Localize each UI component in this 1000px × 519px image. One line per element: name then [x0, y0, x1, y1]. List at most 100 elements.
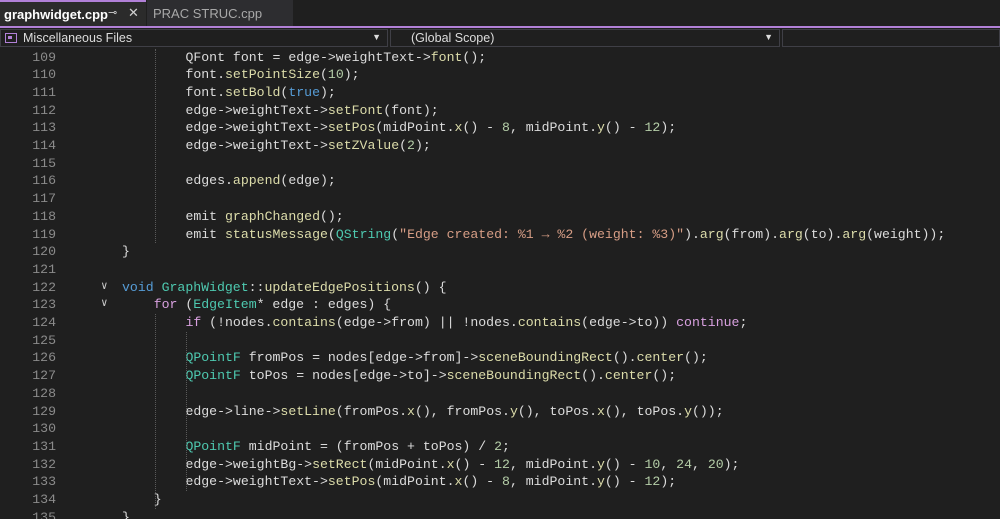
- line-number: 119: [32, 226, 56, 242]
- code-token: 10: [644, 456, 661, 472]
- tab-graphwidget[interactable]: graphwidget.cpp ⊸ ✕: [0, 0, 146, 26]
- code-token: arg: [779, 226, 803, 242]
- code-line[interactable]: 130: [0, 420, 1000, 438]
- code-token: y: [597, 474, 605, 490]
- code-line[interactable]: 122 ∨ void GraphWidget::updateEdgePosition…: [0, 279, 1000, 297]
- code-token: () -: [604, 120, 645, 136]
- code-line[interactable]: 118 emit graphChanged();: [0, 208, 1000, 226]
- code-token: (: [399, 138, 408, 153]
- code-token: () -: [604, 474, 645, 490]
- code-token: ().: [581, 368, 605, 384]
- code-text: QPointF toPos = nodes[edge->to]->sceneBo…: [185, 367, 676, 385]
- code-token: y: [597, 120, 605, 136]
- line-number: 129: [32, 403, 56, 419]
- line-number: 132: [32, 456, 56, 472]
- code-token: ;: [739, 315, 748, 330]
- code-text: edge->weightText->setFont(font);: [185, 102, 438, 120]
- code-token: "Edge created: %1 → %2 (weight: %3)": [399, 226, 685, 242]
- code-token: edge->weightText->: [185, 102, 328, 118]
- code-token: (), fromPos.: [414, 403, 510, 419]
- code-line[interactable]: 128: [0, 385, 1000, 403]
- line-number: 118: [32, 208, 56, 224]
- code-token: emit: [185, 208, 226, 224]
- code-token: 8: [502, 474, 510, 490]
- line-number: 114: [32, 138, 56, 153]
- code-token: }: [122, 244, 130, 260]
- code-token: void: [122, 279, 154, 295]
- line-number: 130: [32, 421, 56, 437]
- line-number: 117: [32, 191, 56, 207]
- code-token: 20: [707, 456, 724, 472]
- code-token: );: [660, 120, 677, 136]
- code-token: (edge->to)): [581, 315, 677, 330]
- tab-prac-struc[interactable]: PRAC STRUC.cpp: [147, 0, 293, 26]
- chevron-down-icon: ▼: [372, 32, 381, 42]
- code-line[interactable]: 123 ∨ for (EdgeItem* edge : edges) {: [0, 296, 1000, 314]
- code-token: center: [636, 350, 685, 366]
- close-icon[interactable]: ✕: [128, 5, 139, 21]
- code-line[interactable]: 114 edge->weightText->setZValue(2);: [0, 137, 1000, 155]
- line-number: 131: [32, 438, 56, 454]
- code-token: updateEdgePositions: [264, 279, 415, 295]
- code-text: font.setBold(true);: [185, 84, 335, 102]
- code-text: if (!nodes.contains(edge->from) || !node…: [185, 314, 747, 332]
- code-token: append: [232, 173, 281, 189]
- code-token: QString: [335, 226, 392, 242]
- code-line[interactable]: 124 if (!nodes.contains(edge->from) || !n…: [0, 314, 1000, 332]
- line-number: 110: [32, 67, 56, 83]
- code-line[interactable]: 120}: [0, 243, 1000, 261]
- code-token: 10: [327, 67, 344, 83]
- code-line[interactable]: 133 edge->weightText->setPos(midPoint.x()…: [0, 473, 1000, 491]
- line-number: 120: [32, 244, 56, 260]
- code-token: () -: [454, 456, 495, 472]
- code-line[interactable]: 110 font.setPointSize(10);: [0, 66, 1000, 84]
- code-line[interactable]: 117: [0, 190, 1000, 208]
- code-editor[interactable]: 109 QFont font = edge->weightText->font()…: [0, 48, 1000, 519]
- code-text: QPointF fromPos = nodes[edge->from]->sce…: [185, 349, 707, 367]
- code-line[interactable]: 129 edge->line->setLine(fromPos.x(), from…: [0, 403, 1000, 421]
- code-token: arg: [699, 226, 724, 242]
- code-line[interactable]: 132 edge->weightBg->setRect(midPoint.x() …: [0, 456, 1000, 474]
- code-line[interactable]: 116 edges.append(edge);: [0, 172, 1000, 190]
- code-line[interactable]: 131 QPointF midPoint = (fromPos + toPos) …: [0, 438, 1000, 456]
- code-text: edge->weightBg->setRect(midPoint.x() - 1…: [185, 456, 739, 474]
- code-line[interactable]: 115: [0, 155, 1000, 173]
- code-line[interactable]: 121: [0, 261, 1000, 279]
- indent-guide: [186, 331, 188, 491]
- fold-chevron-icon[interactable]: ∨: [101, 279, 108, 297]
- code-token: () -: [604, 456, 645, 472]
- code-line[interactable]: 119 emit statusMessage(QString("Edge crea…: [0, 226, 1000, 244]
- line-number: 135: [32, 509, 56, 519]
- code-token: (weight));: [866, 226, 946, 242]
- project-dropdown[interactable]: Miscellaneous Files ▼: [0, 29, 388, 47]
- code-line[interactable]: 134}: [0, 491, 1000, 509]
- members-dropdown[interactable]: [782, 29, 1000, 47]
- code-line[interactable]: 112 edge->weightText->setFont(font);: [0, 102, 1000, 120]
- code-token: setPos: [327, 474, 376, 490]
- code-line[interactable]: 113 edge->weightText->setPos(midPoint.x()…: [0, 119, 1000, 137]
- line-number: 123: [32, 297, 56, 313]
- code-line[interactable]: 109 QFont font = edge->weightText->font()…: [0, 49, 1000, 67]
- code-line[interactable]: 127 QPointF toPos = nodes[edge->to]->scen…: [0, 367, 1000, 385]
- code-token: ();: [319, 208, 344, 224]
- code-line[interactable]: 125: [0, 332, 1000, 350]
- code-token: edge->line->: [185, 403, 281, 419]
- scope-label: (Global Scope): [411, 31, 495, 45]
- code-line[interactable]: 126 QPointF fromPos = nodes[edge->from]->…: [0, 349, 1000, 367]
- pin-icon[interactable]: ⊸: [108, 6, 117, 19]
- code-token: 2: [407, 138, 415, 153]
- code-token: EdgeItem: [193, 297, 257, 313]
- code-line[interactable]: 111 font.setBold(true);: [0, 84, 1000, 102]
- code-token: (font);: [383, 102, 439, 118]
- scope-dropdown[interactable]: (Global Scope) ▼: [390, 29, 780, 47]
- code-token: * edge : edges) {: [256, 297, 392, 313]
- code-token: setLine: [280, 403, 336, 419]
- chevron-down-icon: ▼: [764, 32, 773, 42]
- fold-chevron-icon[interactable]: ∨: [101, 296, 108, 314]
- code-line[interactable]: 135}: [0, 509, 1000, 519]
- code-token: x: [597, 403, 605, 419]
- code-token: 12: [644, 474, 661, 490]
- code-token: (midPoint.: [375, 474, 455, 490]
- code-token: font.: [185, 84, 226, 100]
- code-token: contains: [272, 315, 336, 330]
